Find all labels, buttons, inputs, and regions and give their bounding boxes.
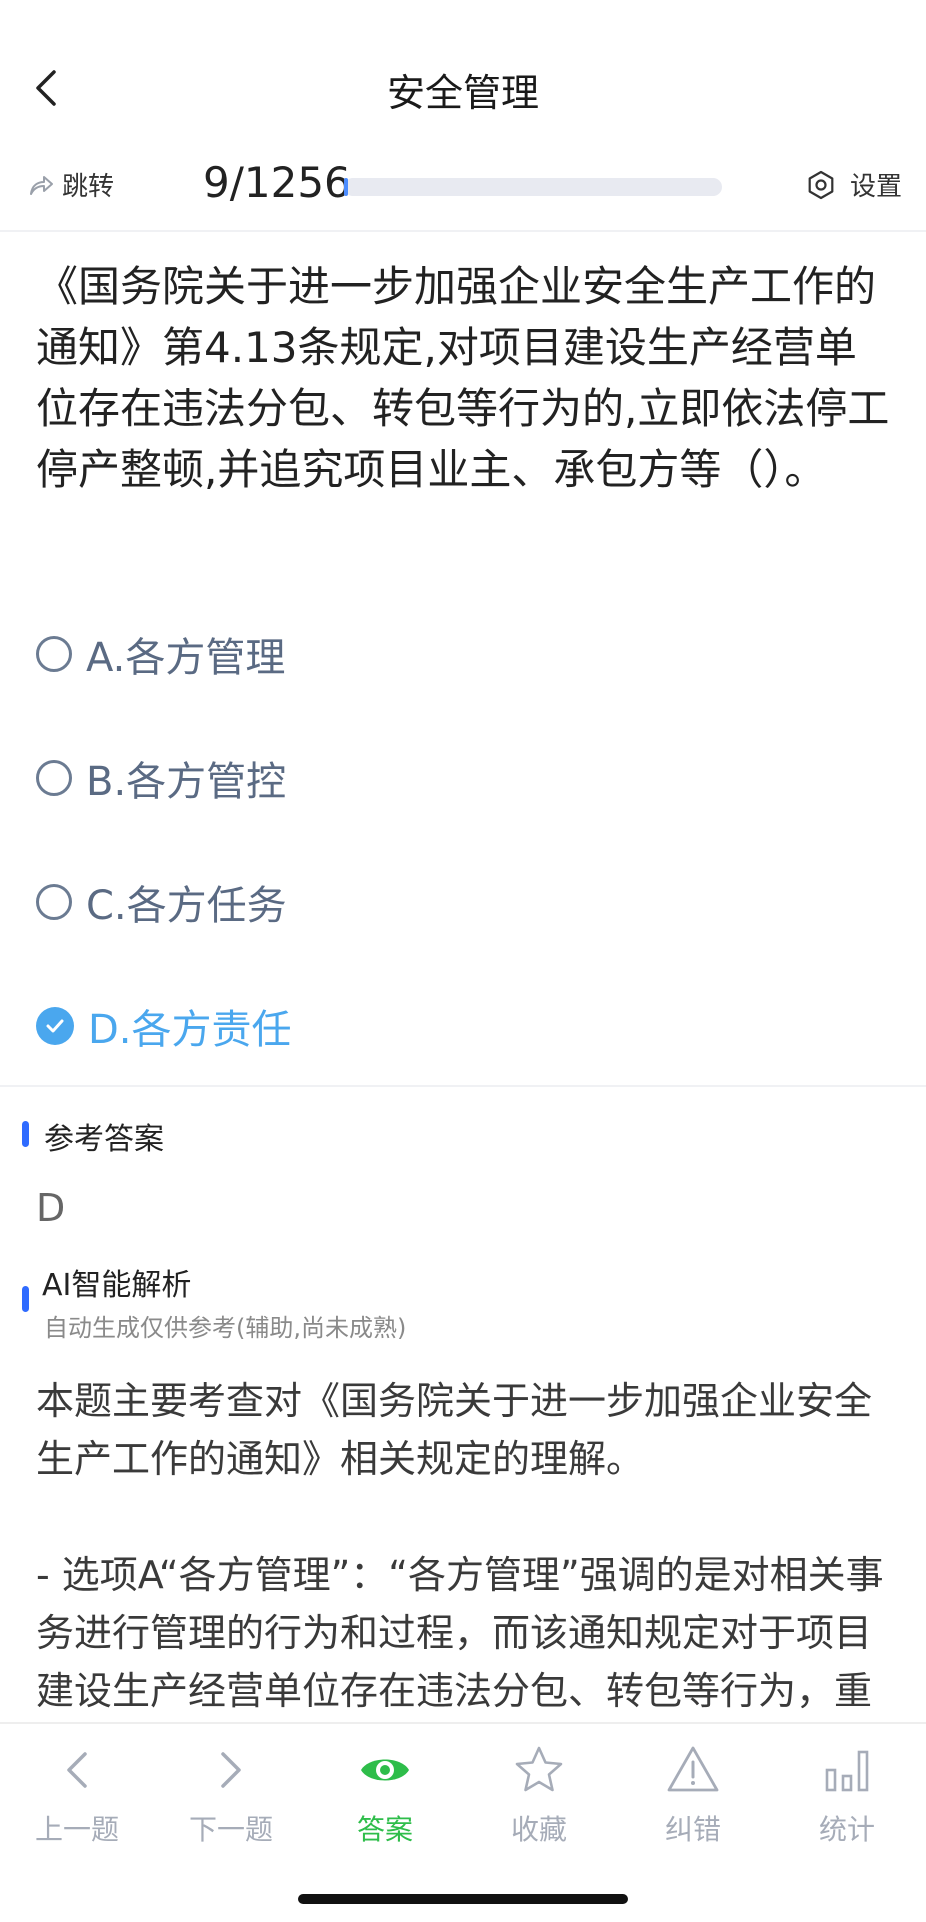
page-title: 安全管理 — [386, 71, 539, 115]
warning-icon — [667, 1746, 719, 1792]
nav-prev-question[interactable]: 上一题 — [0, 1742, 154, 1848]
option-label: C.各方任务 — [86, 883, 287, 929]
nav-next-question[interactable]: 下一题 — [154, 1742, 308, 1848]
question-divider — [0, 1085, 926, 1087]
option-label: A.各方管理 — [86, 635, 286, 681]
nav-label: 统计 — [818, 1813, 875, 1846]
chevron-right-icon — [221, 1752, 241, 1788]
ai-analysis-subtitle: 自动生成仅供参考(辅助,尚未成熟) — [44, 1314, 407, 1342]
nav-answer[interactable]: 答案 — [308, 1742, 462, 1848]
nav-label: 上一题 — [34, 1813, 119, 1846]
reference-title: 参考答案 — [44, 1122, 164, 1157]
option-label: B.各方管控 — [86, 759, 287, 805]
nav-statistics[interactable]: 统计 — [770, 1742, 924, 1848]
jump-button[interactable]: 跳转 — [28, 166, 114, 203]
nav-label: 下一题 — [188, 1813, 273, 1846]
settings-button[interactable]: 设置 — [806, 166, 902, 203]
chevron-left-icon — [67, 1752, 87, 1788]
nav-label: 答案 — [356, 1813, 413, 1846]
ai-analysis-title: AI智能解析 — [42, 1268, 192, 1303]
option-c[interactable]: C.各方任务 — [36, 872, 287, 932]
section-marker — [22, 1121, 29, 1147]
reference-answer: D — [36, 1186, 66, 1230]
radio-unchecked-icon — [36, 884, 72, 920]
radio-unchecked-icon — [36, 760, 72, 796]
radio-unchecked-icon — [36, 636, 72, 672]
progress-track — [344, 178, 722, 196]
ai-analysis-text: 本题主要考查对《国务院关于进一步加强企业安全生产工作的通知》相关规定的理解。 -… — [36, 1379, 884, 1771]
check-circle-icon — [36, 1007, 74, 1045]
share-arrow-icon — [30, 175, 53, 195]
jump-label: 跳转 — [62, 172, 115, 202]
option-label: D.各方责任 — [88, 1007, 292, 1053]
progress-fill — [344, 178, 348, 196]
bar-chart-icon — [825, 1750, 869, 1792]
nav-report-error[interactable]: 纠错 — [616, 1742, 770, 1848]
settings-icon — [808, 170, 834, 199]
nav-label: 纠错 — [664, 1813, 721, 1846]
settings-label: 设置 — [850, 172, 903, 202]
option-d[interactable]: D.各方责任 — [36, 996, 292, 1056]
section-marker — [22, 1286, 29, 1312]
option-a[interactable]: A.各方管理 — [36, 624, 285, 684]
eye-icon — [361, 1759, 409, 1781]
nav-favorite[interactable]: 收藏 — [462, 1742, 616, 1848]
home-indicator — [298, 1894, 628, 1904]
progress-counter: 9/1256 — [203, 158, 351, 207]
option-b[interactable]: B.各方管控 — [36, 748, 286, 808]
question-text: 《国务院关于进一步加强企业安全生产工作的通知》第4.13条规定,对项目建设生产经… — [36, 262, 890, 494]
toolbar-divider — [0, 230, 926, 232]
star-icon — [515, 1746, 563, 1792]
nav-label: 收藏 — [510, 1813, 567, 1846]
